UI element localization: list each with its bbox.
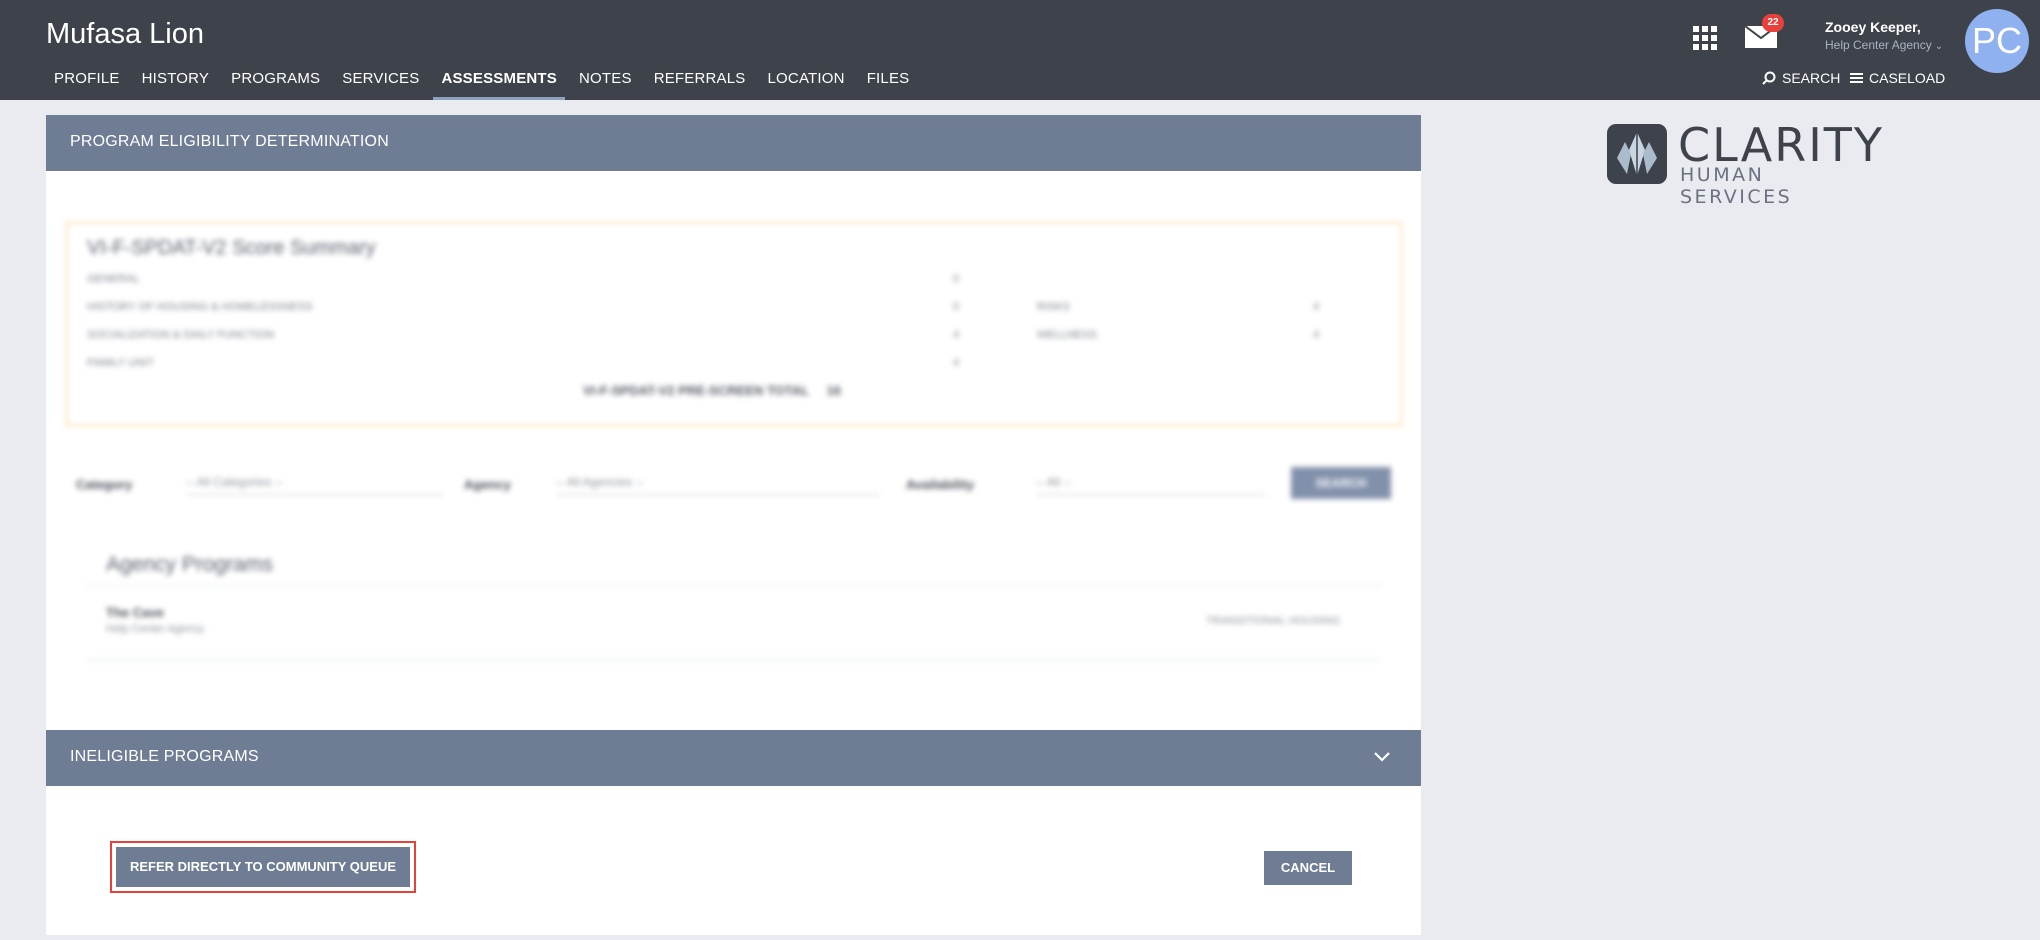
score-total: VI-F-SPDAT-V2 PRE-SCREEN TOTAL 16 [583,383,841,398]
divider [86,585,1381,586]
score-total-label: VI-F-SPDAT-V2 PRE-SCREEN TOTAL [583,383,809,398]
score-row-label: GENERAL [87,273,140,285]
notification-badge: 22 [1762,14,1784,32]
caseload-label: CASELOAD [1869,70,1946,86]
tab-services[interactable]: SERVICES [334,62,427,100]
tab-history[interactable]: HISTORY [134,62,218,100]
cancel-button[interactable]: CANCEL [1264,851,1352,885]
program-type-dropdown[interactable]: TRANSITIONAL HOUSING [1206,615,1340,627]
user-agency-dropdown[interactable]: Help Center Agency ⌄ [1825,38,1943,52]
score-total-value: 16 [826,383,841,398]
score-row-value: 4 [953,357,960,369]
user-name[interactable]: Zooey Keeper, [1825,19,1921,35]
tab-files[interactable]: FILES [859,62,918,100]
score-row-value: 0 [953,273,960,285]
logo-subtitle: HUMAN SERVICES [1680,164,1793,208]
tab-assessments[interactable]: ASSESSMENTS [433,62,565,100]
chevron-down-icon: ⌄ [1934,41,1944,52]
apps-grid-icon[interactable] [1693,26,1717,50]
score-row-label: FAMILY UNIT [87,357,154,369]
section-header-eligibility: PROGRAM ELIGIBILITY DETERMINATION [46,115,1421,171]
tab-referrals[interactable]: REFERRALS [646,62,754,100]
tab-profile[interactable]: PROFILE [46,62,128,100]
user-agency-label: Help Center Agency [1825,38,1932,52]
crystal-logo-icon [1607,124,1667,184]
score-row-value: 0 [953,301,960,313]
search-link[interactable]: SEARCH [1762,70,1840,86]
search-icon [1762,71,1776,85]
menu-icon [1850,73,1863,83]
tab-notes[interactable]: NOTES [571,62,640,100]
score-summary: VI-F-SPDAT-V2 Score Summary GENERAL 0 HI… [66,222,1402,426]
score-row-label: RISKS [1037,301,1071,313]
refer-to-community-queue-button[interactable]: REFER DIRECTLY TO COMMUNITY QUEUE [116,847,410,887]
tab-programs[interactable]: PROGRAMS [223,62,328,100]
ineligible-header-label: INELIGIBLE PROGRAMS [70,748,259,765]
category-select[interactable]: -- All Categories -- [186,471,444,495]
eligibility-card: PROGRAM ELIGIBILITY DETERMINATION VI-F-S… [46,115,1421,935]
score-row-value: 4 [953,329,960,341]
agency-label: Agency [464,477,511,492]
client-nav: PROFILE HISTORY PROGRAMS SERVICES ASSESS… [46,62,923,100]
divider [86,660,1381,661]
chevron-down-icon[interactable] [1373,750,1391,762]
clarity-logo: CLARITY HUMAN SERVICES [1605,118,1882,208]
availability-label: Availability [906,477,975,492]
avatar[interactable]: PC [1965,9,2029,73]
score-row-label: WELLNESS [1037,329,1097,341]
filter-search-button[interactable]: SEARCH [1291,467,1391,499]
score-row-label: SOCIALIZATION & DAILY FUNCTION [87,329,275,341]
score-summary-title: VI-F-SPDAT-V2 Score Summary [87,237,376,259]
score-row-value: 4 [1313,301,1320,313]
program-name[interactable]: The Cave [106,605,164,620]
agency-programs-title: Agency Programs [106,553,273,576]
score-row-value: 4 [1313,329,1320,341]
caseload-link[interactable]: CASELOAD [1850,70,1945,86]
availability-select[interactable]: -- All -- [1036,471,1266,495]
score-row-label: HISTORY OF HOUSING & HOMELESSNESS [87,301,313,313]
client-name: Mufasa Lion [46,18,204,50]
program-agency: Help Center Agency [106,623,204,635]
category-label: Category [76,477,133,492]
top-header: Mufasa Lion PROFILE HISTORY PROGRAMS SER… [0,0,2040,100]
agency-select[interactable]: -- All Agencies -- [556,471,880,495]
tab-location[interactable]: LOCATION [760,62,853,100]
section-header-ineligible[interactable]: INELIGIBLE PROGRAMS [46,730,1421,786]
search-label: SEARCH [1782,70,1841,86]
